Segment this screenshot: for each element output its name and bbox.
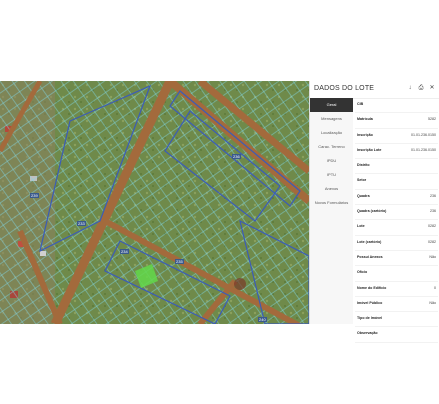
field-label: Observação xyxy=(357,331,378,336)
field-row: Tipo de Imóvel xyxy=(355,312,438,328)
field-label: Inscrição Lote xyxy=(357,147,382,152)
field-value: 5282 xyxy=(428,117,436,122)
field-value: 236 xyxy=(430,193,436,198)
field-row: Setor xyxy=(355,174,438,190)
panel-header: DADOS DO LOTE ↓ ⎙ ✕ xyxy=(310,81,439,99)
close-icon[interactable]: ✕ xyxy=(428,84,436,92)
block-label: 234 xyxy=(120,249,129,254)
block-label: 235 xyxy=(175,259,184,264)
field-label: Tipo de Imóvel xyxy=(357,316,383,321)
field-label: Inscrição xyxy=(357,132,373,137)
field-label: CIB xyxy=(357,102,364,106)
tab-mensagens[interactable]: Mensagens xyxy=(310,112,353,126)
download-icon[interactable]: ↓ xyxy=(406,84,414,92)
app-window: 236 233 234 235 239 240 DADOS DO LOTE ↓ … xyxy=(0,81,439,343)
field-row: Quadra (cartório) 236 xyxy=(355,205,438,221)
field-row: Matrícula 5282 xyxy=(355,113,438,129)
field-row: Inscrição 01.01.236.0150 xyxy=(355,129,438,144)
field-label: Quadra (cartório) xyxy=(357,209,387,214)
print-icon[interactable]: ⎙ xyxy=(417,84,425,92)
field-row: Distrito xyxy=(355,159,438,175)
field-label: Nome do Edifício xyxy=(357,285,387,290)
field-label: Lote xyxy=(357,224,365,229)
field-label: Distrito xyxy=(357,163,370,168)
field-row: Possui Anexos Não xyxy=(355,251,438,267)
side-tabs: Geral Mensagens Localização Carac. Terre… xyxy=(310,98,353,324)
field-value: 236 xyxy=(430,209,436,214)
field-value: 0282 xyxy=(428,239,436,244)
field-row: Lote 0282 xyxy=(355,220,438,236)
field-label: Matrícula xyxy=(357,117,373,122)
field-row: Observação xyxy=(355,327,438,343)
block-label: 233 xyxy=(77,221,86,226)
tab-carac-terreno[interactable]: Carac. Terreno xyxy=(310,140,353,154)
tab-geral[interactable]: Geral xyxy=(310,98,353,112)
map-view[interactable]: 236 233 234 235 239 240 xyxy=(0,81,309,324)
field-row: Quadra 236 xyxy=(355,190,438,206)
block-label: 236 xyxy=(232,154,241,159)
field-value: 01.01.236.0150 xyxy=(411,132,436,137)
field-label: Quadra xyxy=(357,193,370,198)
field-label: Imóvel Público xyxy=(357,300,383,305)
field-row: Nome do Edifício 0 xyxy=(355,282,438,297)
field-label: Ofício xyxy=(357,270,368,275)
field-value: Não xyxy=(429,254,436,259)
tab-ipdu[interactable]: IPDU xyxy=(310,154,353,168)
aerial-map[interactable] xyxy=(0,81,309,324)
tab-iptu[interactable]: IPTU xyxy=(310,168,353,182)
tab-localizacao[interactable]: Localização xyxy=(310,126,353,140)
field-row: Ofício xyxy=(355,266,438,282)
lot-details-panel: DADOS DO LOTE ↓ ⎙ ✕ Geral Mensagens Loca… xyxy=(309,81,439,343)
field-label: Lote (cartório) xyxy=(357,239,382,244)
panel-title: DADOS DO LOTE xyxy=(314,85,375,92)
field-value: Não xyxy=(429,300,436,305)
fields-list: CIB Matrícula 5282 Inscrição 01.01.236.015… xyxy=(355,98,438,343)
block-label: 239 xyxy=(30,193,39,198)
field-row: Imóvel Público Não xyxy=(355,297,438,313)
field-row: CIB xyxy=(355,98,438,114)
field-row: Lote (cartório) 0282 xyxy=(355,236,438,251)
block-label: 240 xyxy=(258,317,267,322)
field-value: 0 xyxy=(434,285,436,290)
field-label: Possui Anexos xyxy=(357,254,383,259)
field-value: 01.01.236.0150 xyxy=(411,147,436,152)
field-value: 0282 xyxy=(428,224,436,229)
tab-novos-formularios[interactable]: Novos Formulários xyxy=(310,196,353,210)
field-row: Inscrição Lote 01.01.236.0150 xyxy=(355,144,438,160)
tab-anexos[interactable]: Anexos xyxy=(310,182,353,196)
field-label: Setor xyxy=(357,178,367,183)
